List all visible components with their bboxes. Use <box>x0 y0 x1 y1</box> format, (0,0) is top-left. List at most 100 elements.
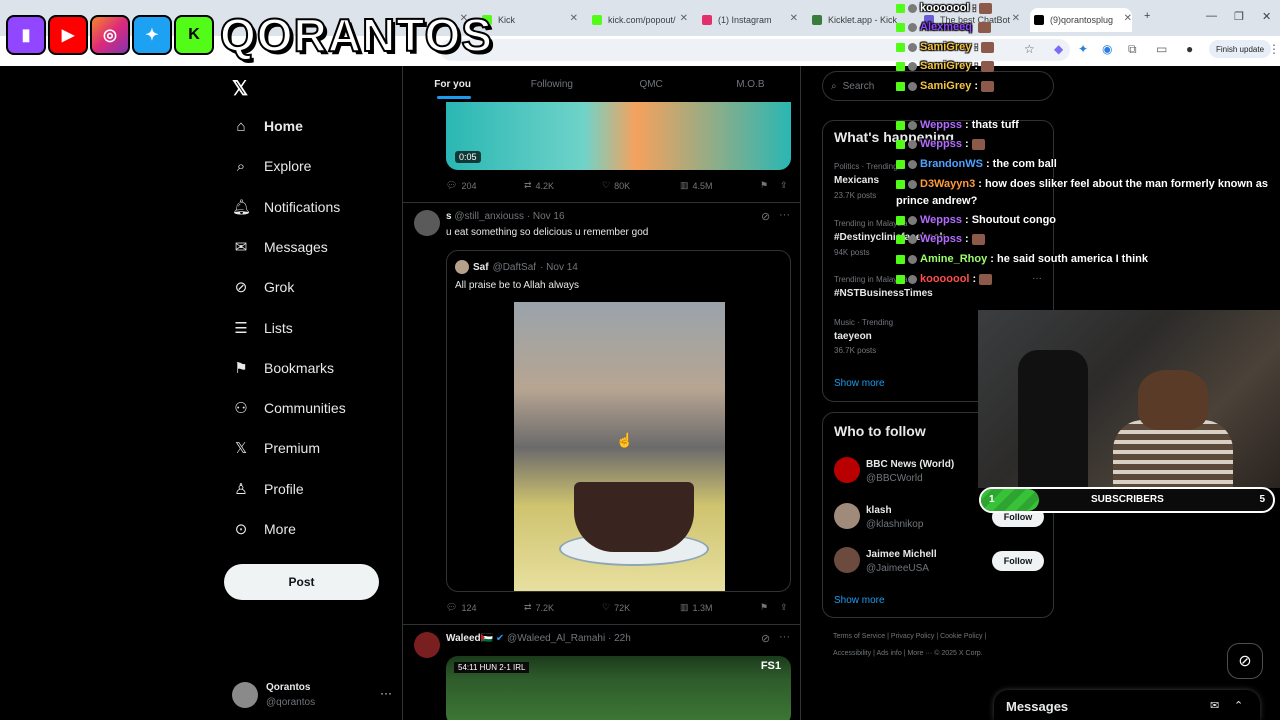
messages-drawer[interactable]: Messages ✉ ⌃ <box>994 690 1260 720</box>
post-actions: 💬︎ 124 ⇄ 7.2K ♡ 72K ▥ 1.3M ⚑ ⇪ <box>446 602 791 618</box>
share-button[interactable]: ⇪ <box>780 180 788 191</box>
grok-floating-button[interactable]: ⊘ <box>1227 643 1263 679</box>
chat-message: Weppss: <box>896 138 985 150</box>
post-date[interactable]: · Nov 16 <box>527 211 565 222</box>
repost-icon: ⇄ <box>524 602 532 612</box>
goal-target: 5 <box>1259 494 1265 505</box>
post-video[interactable]: 54:11 HUN 2-1 IRL FS1 <box>446 656 791 720</box>
sidebar-item-messages[interactable]: ✉ Messages <box>232 234 328 260</box>
quote-post[interactable]: Saf @DaftSaf · Nov 14 All praise be to All… <box>446 250 791 592</box>
post-button[interactable]: Post <box>224 564 379 600</box>
tab-following[interactable]: Following <box>502 66 601 102</box>
trend-posts: 94K posts <box>834 248 870 257</box>
close-icon[interactable]: ✕ <box>790 13 798 24</box>
chat-message: kooooool: <box>896 2 993 14</box>
sidebar-item-more[interactable]: ⊙ More <box>232 516 296 542</box>
person-icon: ♙ <box>234 481 248 498</box>
chat-text: : thats tuff <box>964 119 1019 131</box>
post-handle[interactable]: @still_anxiouss <box>454 211 524 222</box>
tab-mob[interactable]: M.O.B <box>701 66 800 102</box>
follow-suggestion[interactable]: Jaimee Michell @JaimeeUSA Follow <box>834 547 1044 579</box>
tab-for-you[interactable]: For you <box>403 66 502 102</box>
follow-button[interactable]: Follow <box>992 551 1044 571</box>
streamer-shirt <box>1113 420 1233 488</box>
bookmark-button[interactable]: ⚑ <box>760 180 768 191</box>
heart-icon: ♡ <box>602 602 611 612</box>
view-count: 4.5M <box>692 180 713 191</box>
more-dots-icon[interactable]: ··· <box>779 209 790 221</box>
chat-username: kooooool <box>920 273 970 285</box>
trend-title[interactable]: Mexicans <box>834 175 879 186</box>
views-button[interactable]: ▥ 1.3M <box>680 602 713 613</box>
avatar[interactable] <box>414 632 440 658</box>
browser-tab-kicklet[interactable]: Kicklet.app - Kick <box>812 8 898 32</box>
account-switcher[interactable]: Qorantos @qorantos ··· <box>232 680 392 710</box>
reply-button[interactable]: 💬︎ 204 <box>446 180 476 191</box>
sidebar-item-premium[interactable]: 𝕏 Premium <box>232 435 320 461</box>
browser-tab-instagram[interactable]: (1) Instagram ✕ <box>702 8 798 32</box>
grok-icon[interactable]: ⊘ <box>761 210 770 223</box>
sidebar-item-communities[interactable]: ⚇ Communities <box>232 395 345 421</box>
sidebar-item-label: Profile <box>264 481 304 497</box>
more-dots-icon[interactable]: ··· <box>380 686 392 700</box>
post-video[interactable]: 0:05 <box>446 102 791 170</box>
sidebar-item-label: Messages <box>264 239 328 255</box>
show-more-link[interactable]: Show more <box>834 378 885 389</box>
search-icon: ⌕ <box>236 157 246 175</box>
trend-title[interactable]: taeyeon <box>834 331 872 342</box>
sidebar-item-lists[interactable]: ☰ Lists <box>232 315 293 341</box>
share-icon: ⇪ <box>780 602 788 612</box>
post-date[interactable]: · 22h <box>608 633 631 644</box>
post-author[interactable]: s <box>446 211 452 222</box>
browser-tab-kick-popout[interactable]: kick.com/popout/ ✕ <box>592 8 688 32</box>
chat-message: Weppss: Shoutout congo <box>896 214 1056 226</box>
view-count: 1.3M <box>692 602 713 613</box>
views-button[interactable]: ▥ 4.5M <box>680 180 713 191</box>
x-logo-icon[interactable]: 𝕏 <box>232 76 248 101</box>
grok-icon[interactable]: ⊘ <box>761 632 770 645</box>
reply-button[interactable]: 💬︎ 124 <box>446 602 476 613</box>
post-author[interactable]: Waleed🇵🇸 <box>446 633 493 644</box>
avatar <box>834 457 860 483</box>
repost-button[interactable]: ⇄ 7.2K <box>524 602 554 613</box>
reply-icon: 💬︎ <box>446 602 458 612</box>
tab-qmc[interactable]: QMC <box>602 66 701 102</box>
more-dots-icon[interactable]: ··· <box>779 631 790 643</box>
footer-links[interactable]: Accessibility | Ads info | More ··· © 20… <box>833 650 983 657</box>
sidebar-item-profile[interactable]: ♙ Profile <box>232 476 304 502</box>
trend-title[interactable]: #NSTBusinessTimes <box>834 288 933 299</box>
share-button[interactable]: ⇪ <box>780 602 788 613</box>
user-badge-icon <box>908 254 917 264</box>
sidebar-item-bookmarks[interactable]: ⚑ Bookmarks <box>232 355 334 381</box>
chat-message: Weppss: thats tuff <box>896 119 1019 131</box>
sidebar-item-notifications[interactable]: 🔔︎ Notifications <box>232 194 340 220</box>
grok-icon: ⊘ <box>1238 653 1252 670</box>
sidebar-item-explore[interactable]: ⌕ Explore <box>232 153 312 179</box>
expand-icon[interactable]: ⌃ <box>1234 699 1243 712</box>
emote-icon <box>971 138 985 150</box>
like-count: 80K <box>614 180 631 191</box>
close-icon[interactable]: ✕ <box>570 13 578 24</box>
tab-label: (1) Instagram <box>718 15 772 25</box>
like-button[interactable]: ♡ 72K <box>602 602 630 613</box>
show-more-link[interactable]: Show more <box>834 595 885 606</box>
kick-favicon <box>592 15 602 25</box>
post-handle[interactable]: @Waleed_Al_Ramahi <box>507 633 605 644</box>
browser-tab-kick[interactable]: Kick ✕ <box>482 8 578 32</box>
avatar[interactable] <box>414 210 440 236</box>
sidebar-item-label: Notifications <box>264 199 341 215</box>
instagram-favicon <box>702 15 712 25</box>
close-icon[interactable]: ✕ <box>680 13 688 24</box>
screen: ✕ Kick ✕ kick.com/popout/ ✕ (1) Instagram ✕… <box>0 0 1280 720</box>
more-dots-icon[interactable]: ··· <box>1032 273 1042 284</box>
repost-button[interactable]: ⇄ 4.2K <box>524 180 554 191</box>
kick-badge-icon <box>896 234 905 244</box>
footer-links[interactable]: Terms of Service | Privacy Policy | Cook… <box>833 633 986 640</box>
like-button[interactable]: ♡ 80K <box>602 180 630 191</box>
sidebar-item-home[interactable]: ⌂ Home <box>232 113 302 139</box>
chat-text: prince andrew? <box>896 195 978 207</box>
sidebar-item-grok[interactable]: ⊘ Grok <box>232 274 295 300</box>
quote-author: Saf <box>473 261 489 273</box>
bookmark-button[interactable]: ⚑ <box>760 602 768 613</box>
new-message-icon[interactable]: ✉ <box>1210 699 1219 712</box>
